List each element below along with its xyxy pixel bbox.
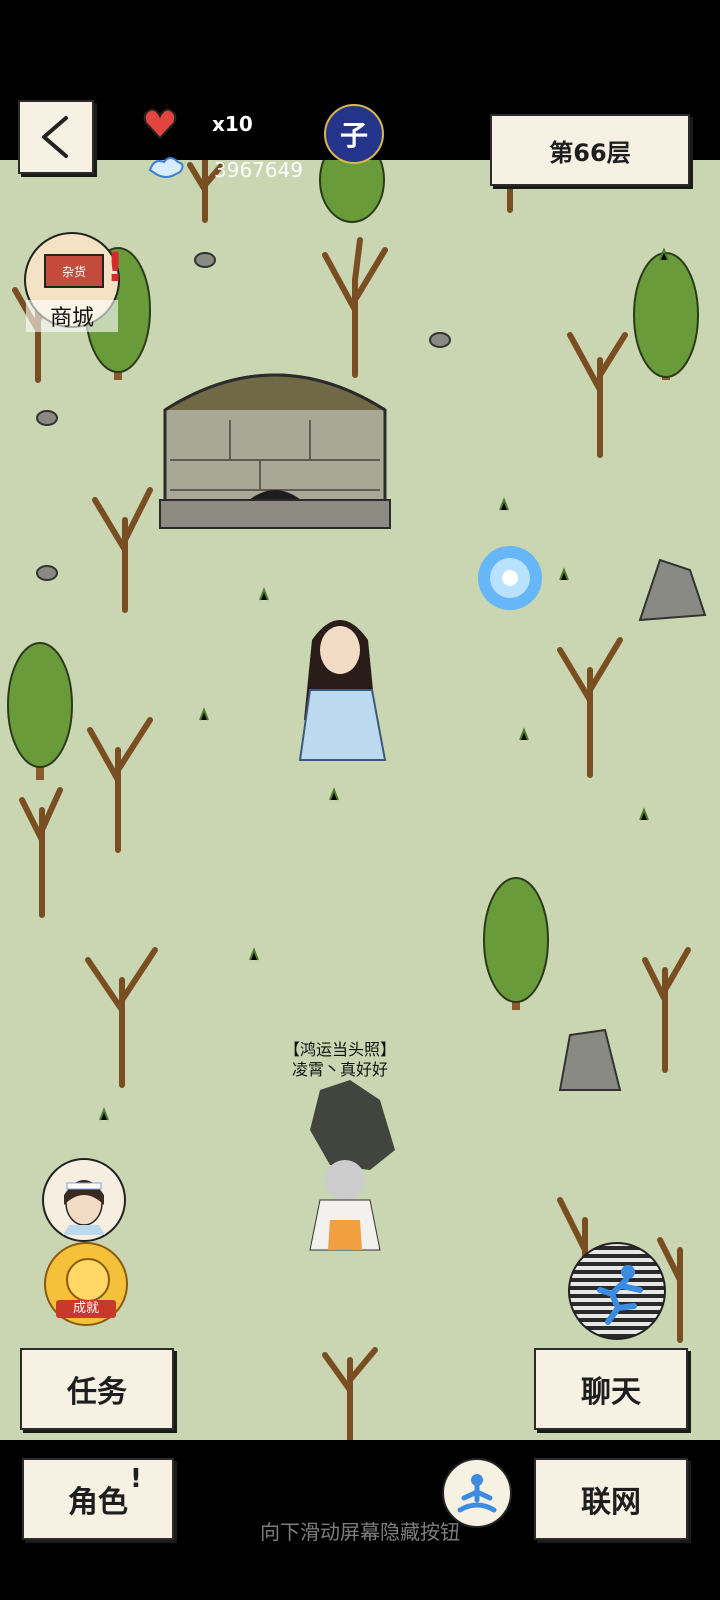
npc-character xyxy=(298,620,387,761)
lives-count: x10 xyxy=(212,112,253,136)
running-icon xyxy=(597,1265,643,1325)
floor-label: 第66层 xyxy=(490,114,690,186)
sprint-button[interactable] xyxy=(568,1242,666,1340)
chat-button[interactable]: 聊天 xyxy=(534,1348,688,1430)
role-alert-icon: ! xyxy=(130,1464,142,1494)
player-nameplate: 【鸿运当头照】 凌霄丶真好好 xyxy=(270,1040,410,1080)
portrait-icon xyxy=(63,1180,105,1235)
shop-label: 商城 xyxy=(26,300,118,332)
game-map[interactable]: 杂货 ! 商城 【鸿运当头照】 凌霄丶真好好 成就 任务 聊天 xyxy=(0,160,720,1440)
heart-icon xyxy=(143,108,177,140)
player-character xyxy=(309,1080,395,1251)
shop-alert-icon: ! xyxy=(106,245,125,291)
chevron-left-icon xyxy=(42,116,68,158)
currency-value: 3967649 xyxy=(214,158,304,182)
hide-buttons-hint: 向下滑动屏幕隐藏按钮 xyxy=(260,1520,460,1544)
player-name: 凌霄丶真好好 xyxy=(291,1060,388,1079)
stone-cave xyxy=(159,373,391,529)
cloud-icon xyxy=(148,157,184,178)
shop-sign: 杂货 xyxy=(44,254,104,288)
character-portrait-button[interactable] xyxy=(42,1158,126,1242)
achievement-label: 成就 xyxy=(56,1300,116,1318)
portal-orb xyxy=(478,546,542,610)
bush-tree-1 xyxy=(319,160,385,223)
meditation-icon xyxy=(457,1474,497,1513)
task-button[interactable]: 任务 xyxy=(20,1348,174,1430)
time-badge[interactable]: 子 xyxy=(324,104,384,164)
bush-tree-4 xyxy=(7,642,73,780)
player-title: 【鸿运当头照】 xyxy=(283,1040,396,1059)
role-label: 角色 xyxy=(68,1485,128,1520)
back-button[interactable] xyxy=(18,100,94,174)
bush-tree-5 xyxy=(483,877,549,1010)
achievement-medal-icon xyxy=(66,1258,110,1302)
shop-button[interactable]: 杂货 ! 商城 xyxy=(24,232,125,332)
achievement-button[interactable]: 成就 xyxy=(44,1242,128,1326)
bush-tree-3 xyxy=(633,252,699,380)
